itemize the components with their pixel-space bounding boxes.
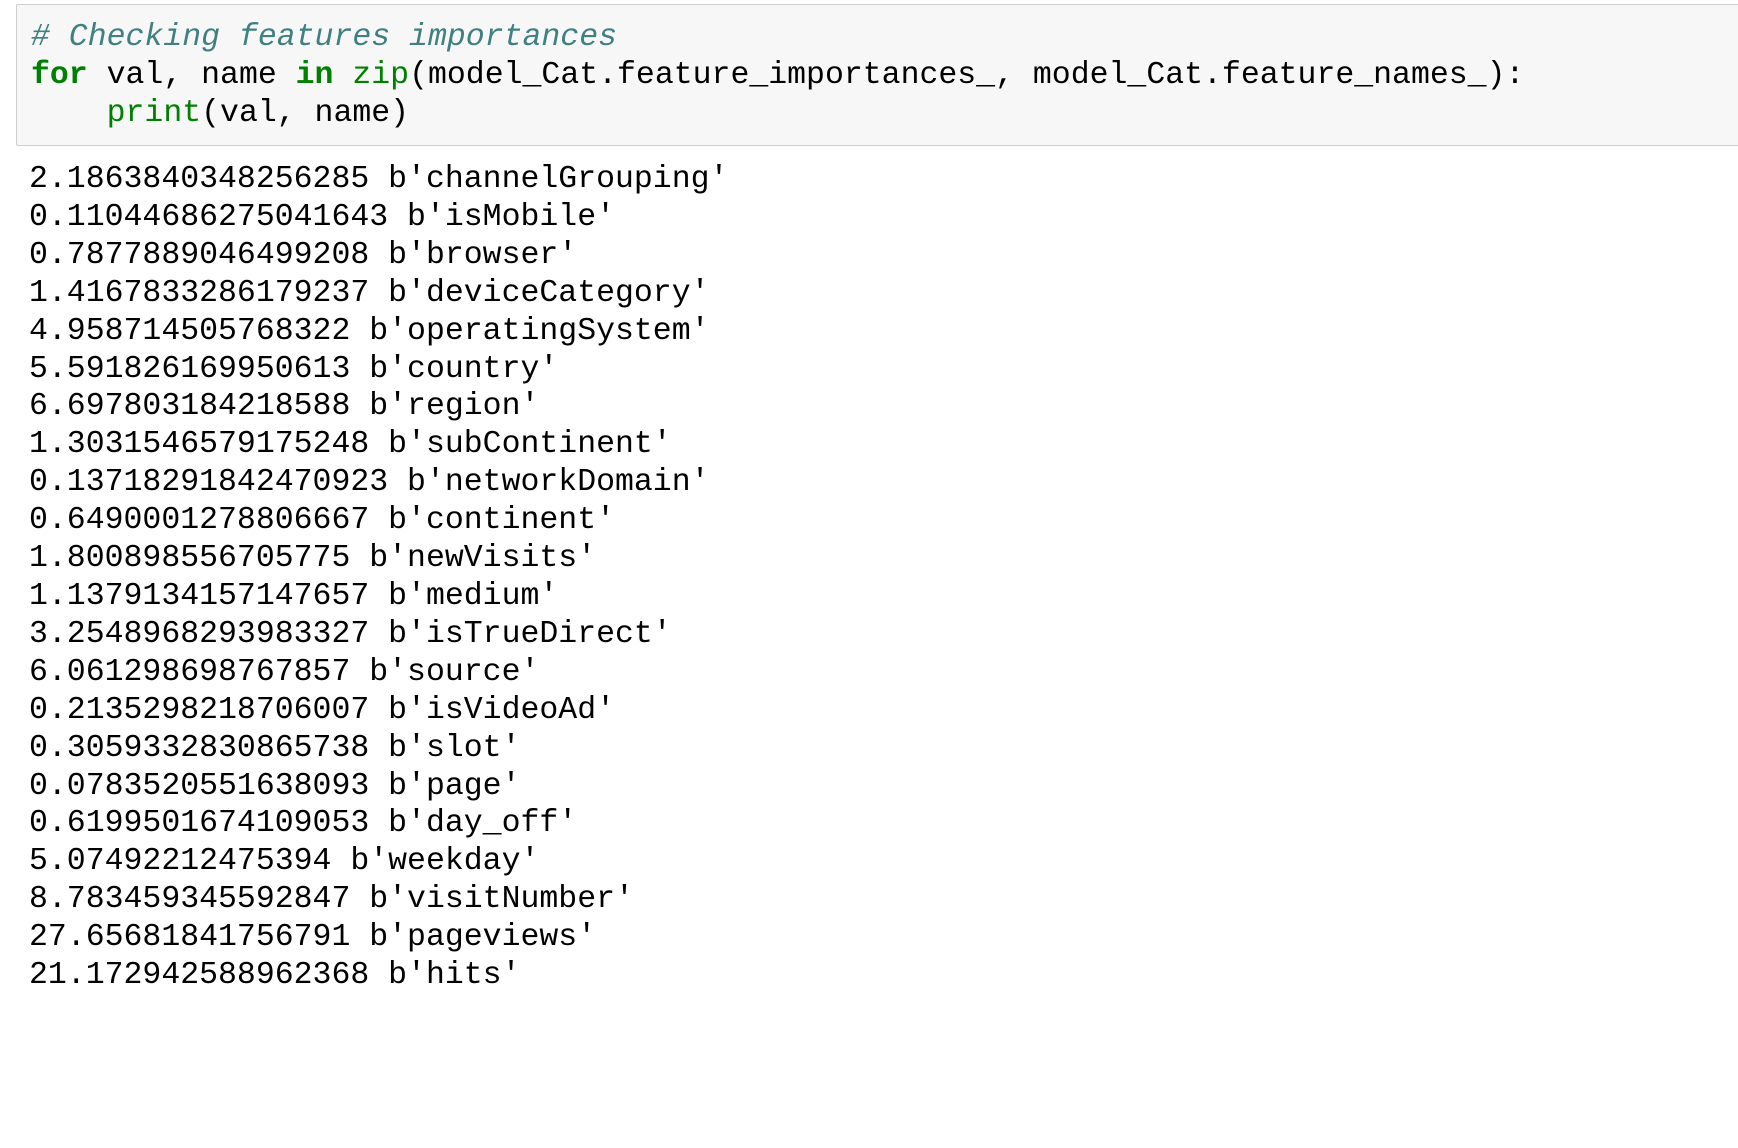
output-line: 0.6490001278806667 b'continent' bbox=[29, 503, 615, 539]
output-line: 8.783459345592847 b'visitNumber' bbox=[29, 882, 634, 918]
output-line: 1.800898556705775 b'newVisits' bbox=[29, 541, 597, 577]
output-line: 6.697803184218588 b'region' bbox=[29, 389, 540, 425]
output-line: 5.07492212475394 b'weekday' bbox=[29, 844, 540, 880]
output-line: 0.11044686275041643 b'isMobile' bbox=[29, 199, 615, 235]
code-comment: # Checking features importances bbox=[31, 20, 617, 55]
output-line: 1.1379134157147657 b'medium' bbox=[29, 578, 559, 614]
code-text: (val, name) bbox=[201, 96, 410, 131]
output-line: 3.2548968293983327 b'isTrueDirect' bbox=[29, 616, 672, 652]
code-text: val, name bbox=[87, 58, 296, 93]
keyword-for: for bbox=[31, 58, 88, 93]
output-line: 0.13718291842470923 b'networkDomain' bbox=[29, 465, 710, 501]
output-line: 21.172942588962368 b'hits' bbox=[29, 958, 521, 994]
output-line: 0.0783520551638093 b'page' bbox=[29, 768, 521, 804]
code-input-cell[interactable]: # Checking features importances for val,… bbox=[16, 4, 1738, 146]
output-line: 0.3059332830865738 b'slot' bbox=[29, 730, 521, 766]
cell-output: 2.1863840348256285 b'channelGrouping' 0.1… bbox=[29, 161, 728, 995]
builtin-zip: zip bbox=[352, 58, 410, 93]
output-line: 5.591826169950613 b'country' bbox=[29, 351, 559, 387]
output-line: 2.1863840348256285 b'channelGrouping' bbox=[29, 162, 729, 197]
output-line: 27.65681841756791 b'pageviews' bbox=[29, 920, 597, 956]
output-line: 4.958714505768322 b'operatingSystem' bbox=[29, 313, 710, 349]
code-editor[interactable]: # Checking features importances for val,… bbox=[31, 19, 1524, 133]
output-line: 0.6199501674109053 b'day_off' bbox=[29, 806, 578, 842]
output-line: 0.7877889046499208 b'browser' bbox=[29, 237, 578, 273]
output-line: 0.2135298218706007 b'isVideoAd' bbox=[29, 692, 615, 728]
output-line: 1.4167833286179237 b'deviceCategory' bbox=[29, 275, 710, 311]
code-text: (model_Cat.feature_importances_, model_C… bbox=[409, 58, 1525, 93]
builtin-print: print bbox=[106, 96, 202, 131]
keyword-in: in bbox=[295, 58, 334, 93]
output-line: 1.3031546579175248 b'subContinent' bbox=[29, 427, 672, 463]
output-line: 6.061298698767857 b'source' bbox=[29, 654, 540, 690]
